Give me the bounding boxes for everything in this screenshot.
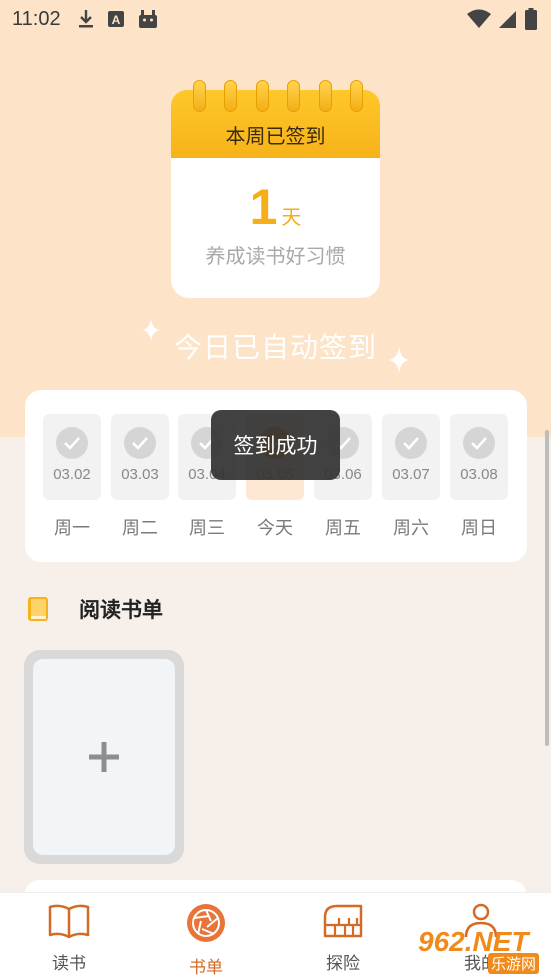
- day-label: 周一: [54, 518, 90, 538]
- calendar-rings: [193, 80, 363, 112]
- sparkle-icon: [388, 346, 410, 378]
- add-booklist-button[interactable]: [24, 650, 184, 864]
- nav-label: 书单: [189, 958, 223, 977]
- calendar-body: 1天 养成读书好习惯: [171, 158, 380, 298]
- nav-tab-booklist[interactable]: 书单: [161, 903, 251, 978]
- piano-icon: [323, 904, 363, 938]
- day-cell[interactable]: 03.08: [450, 414, 508, 500]
- check-icon: [463, 427, 495, 459]
- calendar-subtitle: 养成读书好习惯: [205, 246, 346, 268]
- add-booklist-card: [33, 659, 175, 855]
- day-label: 周六: [393, 518, 429, 538]
- day-label: 周二: [122, 518, 158, 538]
- check-icon: [56, 427, 88, 459]
- checkin-days-number: 1: [249, 179, 278, 235]
- nav-tab-read[interactable]: 读书: [24, 903, 114, 974]
- reading-list-title: 阅读书单: [79, 599, 163, 622]
- open-book-icon: [48, 904, 90, 939]
- day-label: 今天: [257, 518, 293, 538]
- weekly-checkin-calendar: 本周已签到 1天 养成读书好习惯: [171, 80, 380, 298]
- check-icon: [395, 427, 427, 459]
- status-time: 11:02: [12, 7, 61, 30]
- auto-signin-text: 今日已自动签到: [173, 332, 377, 363]
- scrollbar[interactable]: [545, 430, 549, 746]
- watermark-logo: 962.NET 乐游网: [418, 926, 548, 974]
- day-cell[interactable]: 03.03: [111, 414, 169, 500]
- signal-icon: [499, 11, 516, 28]
- day-date: 03.08: [460, 466, 498, 483]
- nav-label: 探险: [326, 954, 360, 973]
- nav-label: 读书: [52, 954, 86, 973]
- book-icon: [28, 597, 48, 621]
- checkin-count: 1天: [171, 178, 380, 236]
- aperture-icon: [187, 904, 225, 942]
- reading-list-header: 阅读书单: [27, 594, 163, 624]
- day-label: 周三: [189, 518, 225, 538]
- day-label: 周日: [461, 518, 497, 538]
- checkin-days-unit: 天: [281, 205, 302, 229]
- svg-text:A: A: [111, 13, 120, 27]
- day-date: 03.02: [53, 466, 91, 483]
- day-label: 周五: [325, 518, 361, 538]
- wifi-icon: [467, 9, 491, 28]
- toast-message: 签到成功: [211, 410, 340, 480]
- status-bar: 11:02 A: [0, 0, 551, 38]
- battery-icon: [525, 8, 537, 30]
- a-badge-icon: A: [107, 11, 124, 27]
- check-icon: [124, 427, 156, 459]
- day-cell[interactable]: 03.02: [43, 414, 101, 500]
- watermark-site-text: 乐游网: [488, 953, 540, 974]
- day-date: 03.03: [121, 466, 159, 483]
- download-icon: [78, 10, 93, 28]
- day-date: 03.07: [392, 466, 430, 483]
- android-icon: [138, 10, 157, 28]
- nav-tab-explore[interactable]: 探险: [298, 903, 388, 974]
- plus-icon: [89, 742, 119, 772]
- day-cell[interactable]: 03.07: [382, 414, 440, 500]
